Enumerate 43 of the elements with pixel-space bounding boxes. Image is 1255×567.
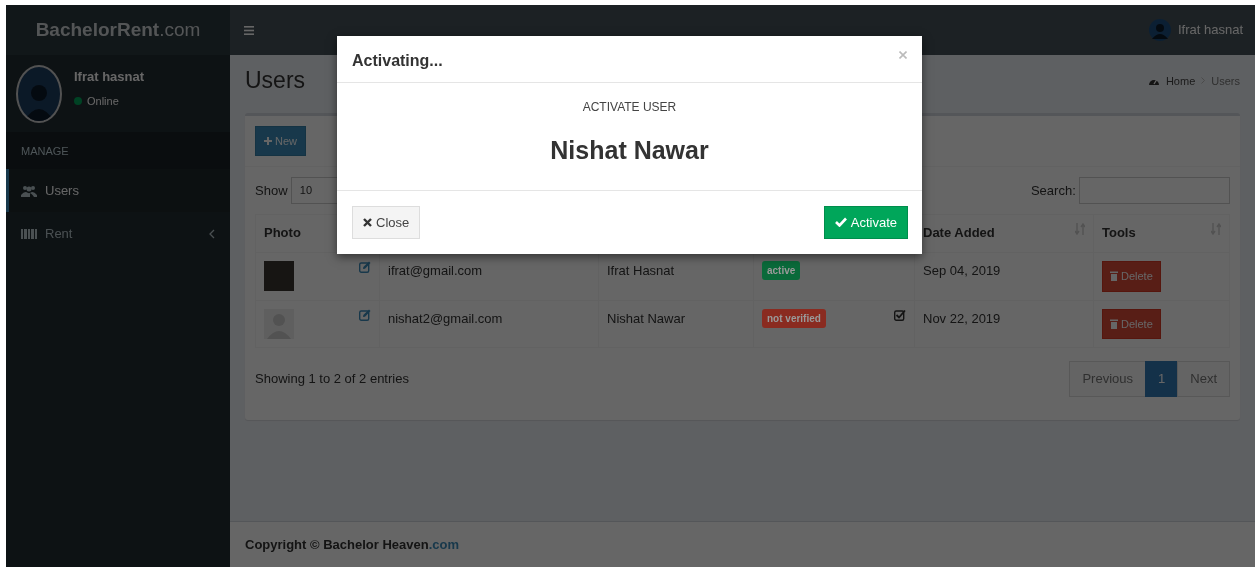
site-link[interactable]: .com: [428, 536, 460, 552]
status-badge: not verified: [762, 308, 826, 328]
plus-icon: [264, 136, 272, 145]
close-button[interactable]: Close: [352, 205, 421, 240]
user-avatar-icon: [1149, 19, 1172, 41]
table-cell: Nishat Nawar: [598, 300, 754, 348]
close-icon[interactable]: [899, 51, 907, 59]
activate-button[interactable]: Activate: [823, 205, 908, 240]
page-link[interactable]: 1: [1145, 361, 1179, 397]
search-label: Search:: [1030, 181, 1076, 200]
chevron-left-icon: [209, 228, 215, 239]
show-label: Show: [255, 181, 288, 200]
breadcrumb-link[interactable]: Home: [1165, 72, 1196, 90]
copyright-text: Copyright © Bachelor Heaven.com: [245, 535, 460, 554]
dialog-title: Activating...: [352, 51, 443, 71]
trash-icon: [1110, 318, 1118, 329]
delete-button[interactable]: Delete: [1102, 308, 1161, 340]
users-icon: [21, 184, 37, 197]
brand-logo[interactable]: BachelorRent.com: [35, 15, 201, 45]
user-status: Online: [87, 93, 119, 109]
close-icon: [363, 217, 372, 227]
entries-info: Showing 1 to 2 of 2 entries: [255, 370, 409, 389]
photo-placeholder: [264, 261, 294, 292]
menu-icon[interactable]: [244, 25, 254, 35]
user-name-heading: Nishat Nawar: [549, 135, 710, 167]
column-header[interactable]: Tools: [1102, 223, 1136, 243]
check-square-icon[interactable]: [894, 308, 906, 321]
check-icon: [834, 217, 847, 228]
trash-icon: [1110, 271, 1118, 282]
page-title: Users: [245, 67, 306, 95]
table-cell: nishat2@gmail.com: [379, 300, 599, 348]
column-header[interactable]: Photo: [264, 223, 301, 243]
status-badge: active: [762, 261, 801, 281]
dialog-subtitle: ACTIVATE USER: [581, 99, 678, 117]
bars-icon: [21, 227, 37, 240]
delete-button[interactable]: Delete: [1102, 261, 1161, 292]
table-cell: Nov 22, 2019: [914, 300, 1094, 348]
menu-header: MANAGE: [6, 132, 230, 169]
user-menu[interactable]: Ifrat hasnat: [1149, 19, 1243, 41]
new-button[interactable]: New: [255, 125, 306, 157]
edit-icon[interactable]: [359, 308, 371, 321]
user-name: Ifrat hasnat: [74, 68, 145, 86]
edit-icon[interactable]: [359, 261, 371, 274]
